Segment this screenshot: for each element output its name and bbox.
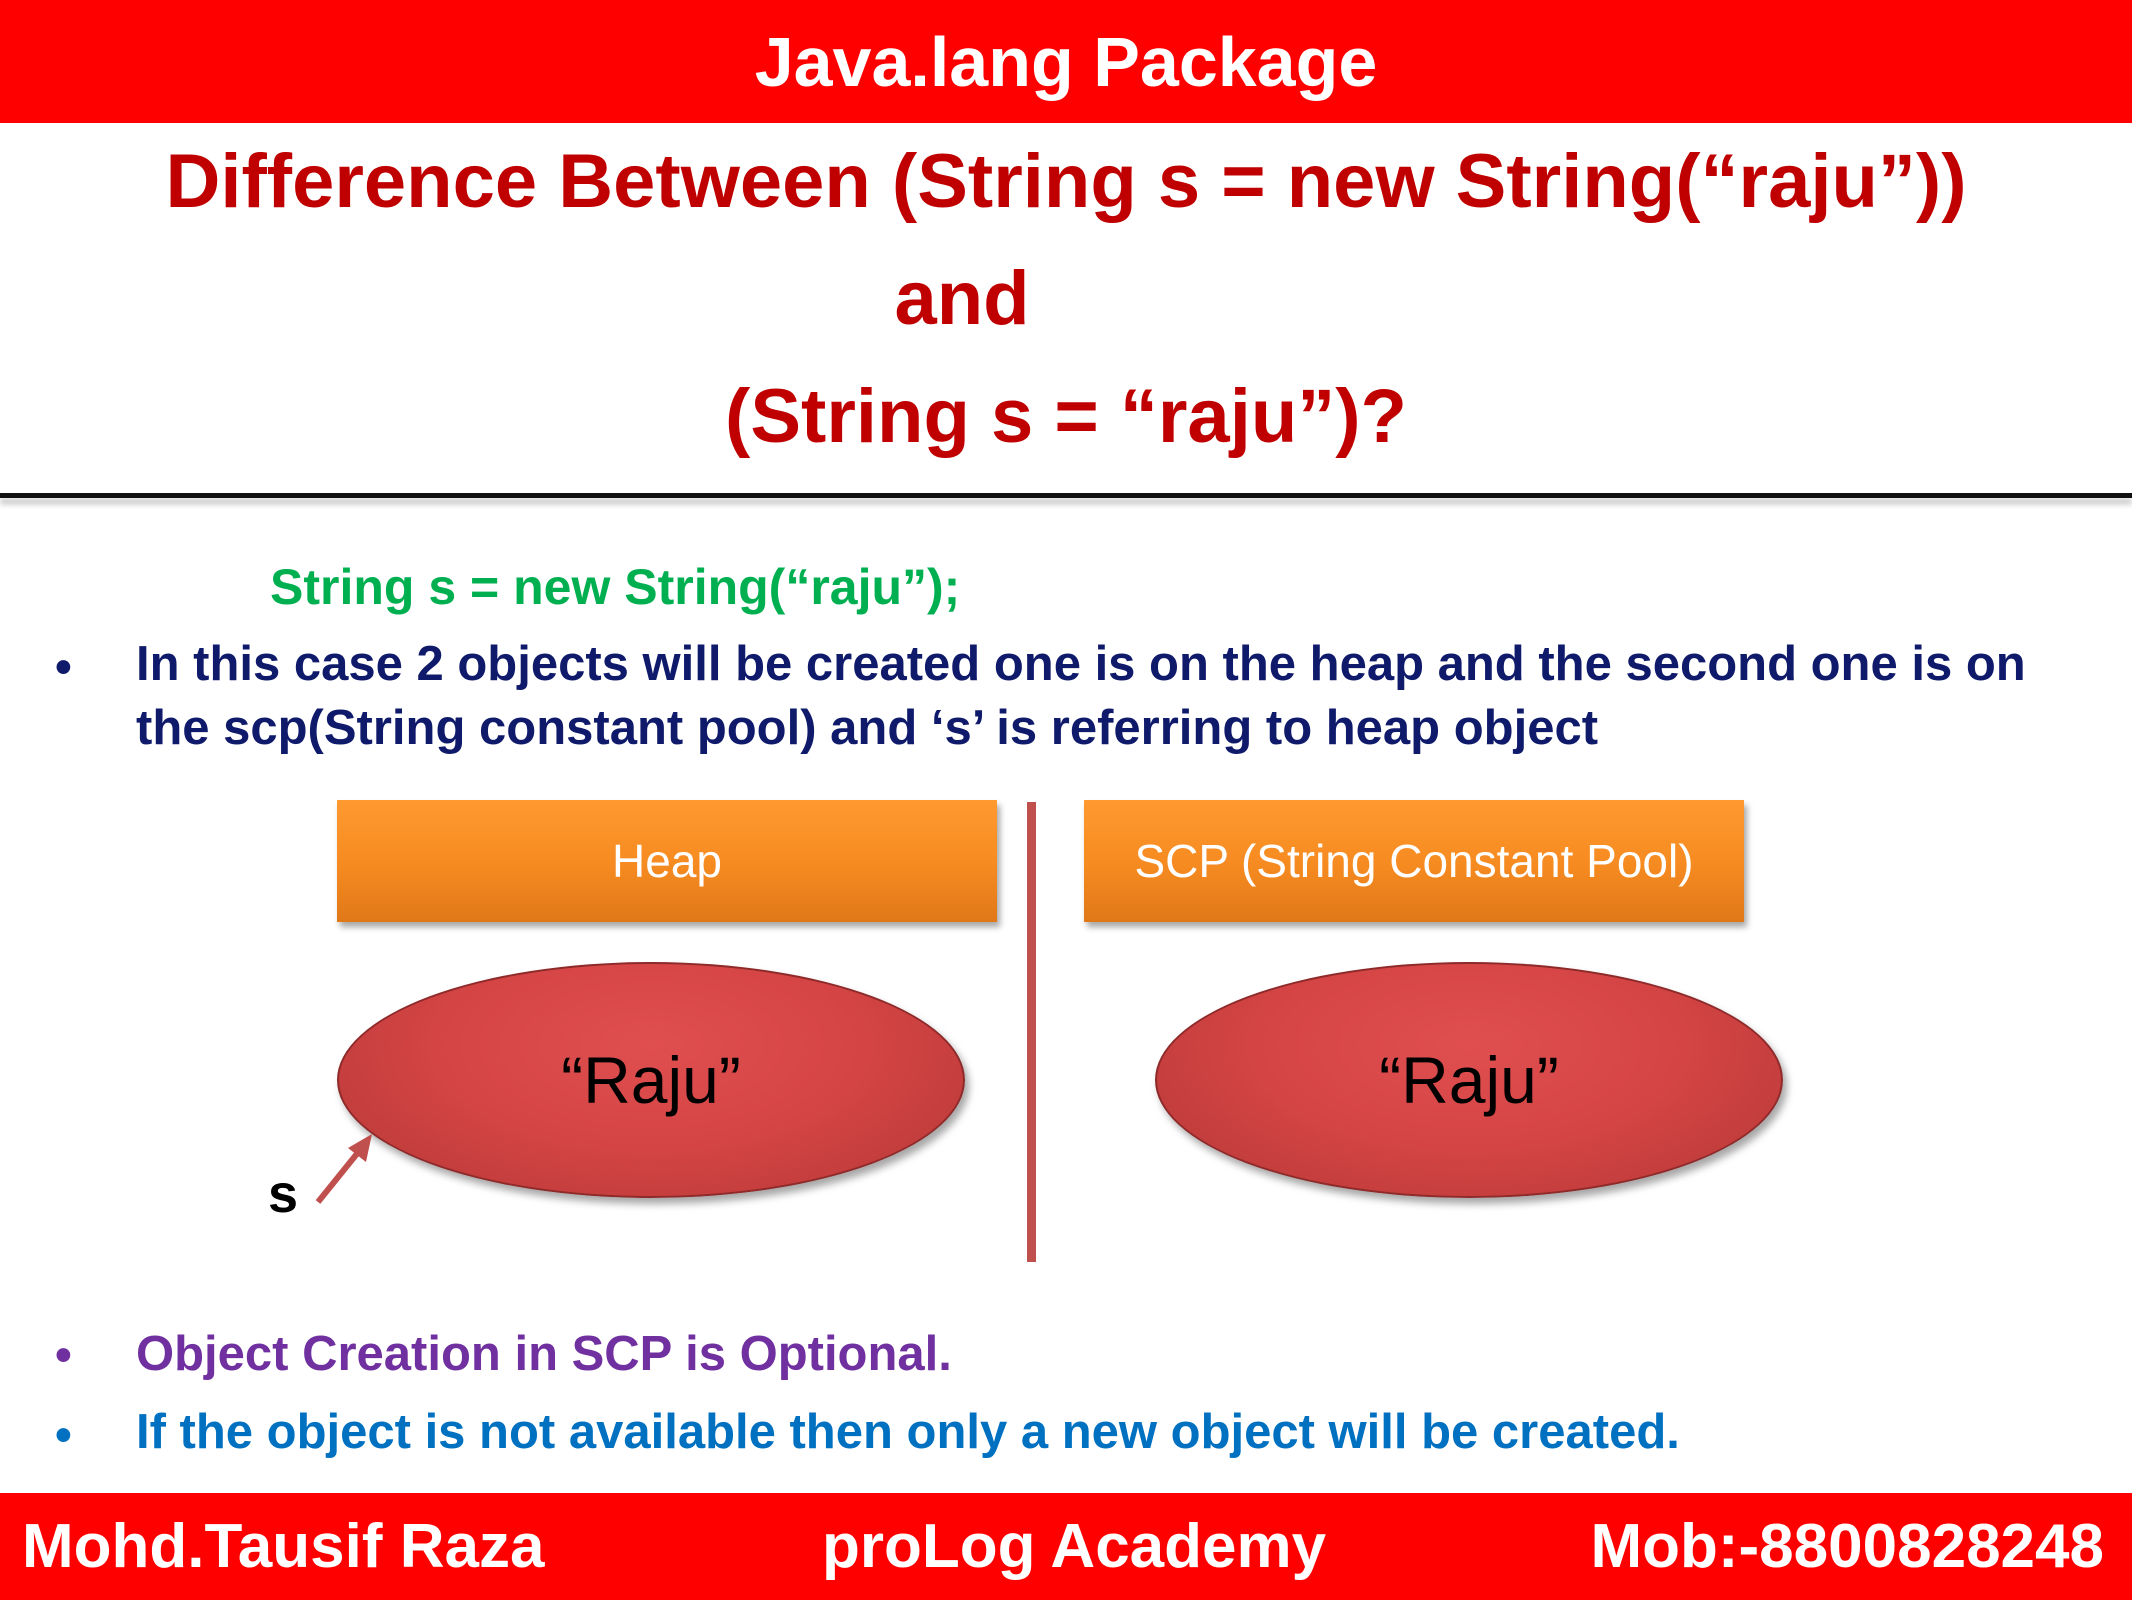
scp-object-value: “Raju” bbox=[1379, 1043, 1559, 1117]
heap-header-box: Heap bbox=[337, 800, 997, 922]
scp-string-object: “Raju” bbox=[1155, 962, 1783, 1198]
bullet-objects-created: In this case 2 objects will be created o… bbox=[136, 637, 2026, 755]
header-bar: Java.lang Package bbox=[0, 0, 2132, 123]
bullet-dot-icon: • bbox=[55, 1409, 72, 1462]
memory-divider bbox=[1027, 802, 1036, 1262]
question-line-2: and bbox=[894, 256, 1030, 341]
footer-bar: Mohd.Tausif Raza proLog Academy Mob:-880… bbox=[0, 1493, 2132, 1600]
heap-string-object: “Raju” bbox=[337, 962, 965, 1198]
scp-label: SCP (String Constant Pool) bbox=[1134, 835, 1694, 887]
footer-author: Mohd.Tausif Raza bbox=[22, 1512, 545, 1581]
question-line-3: (String s = “raju”)? bbox=[725, 374, 1407, 459]
title-divider bbox=[0, 493, 2132, 498]
scp-header-box: SCP (String Constant Pool) bbox=[1084, 800, 1744, 922]
code-statement: String s = new String(“raju”); bbox=[270, 559, 961, 615]
footer-academy: proLog Academy bbox=[822, 1512, 1327, 1581]
bullet-dot-icon: • bbox=[55, 1329, 72, 1382]
question-line-1: Difference Between (String s = new Strin… bbox=[165, 139, 1967, 224]
heap-object-value: “Raju” bbox=[561, 1043, 741, 1117]
bullet-new-object: If the object is not available then only… bbox=[136, 1405, 1680, 1459]
bullet-scp-optional: Object Creation in SCP is Optional. bbox=[136, 1327, 952, 1381]
bullet-dot-icon: • bbox=[55, 641, 72, 694]
reference-arrow-icon bbox=[315, 1134, 372, 1204]
reference-variable: s bbox=[268, 1164, 299, 1224]
heap-label: Heap bbox=[612, 835, 722, 887]
header-title: Java.lang Package bbox=[754, 22, 1378, 101]
footer-mobile: Mob:-8800828248 bbox=[1590, 1512, 2105, 1581]
